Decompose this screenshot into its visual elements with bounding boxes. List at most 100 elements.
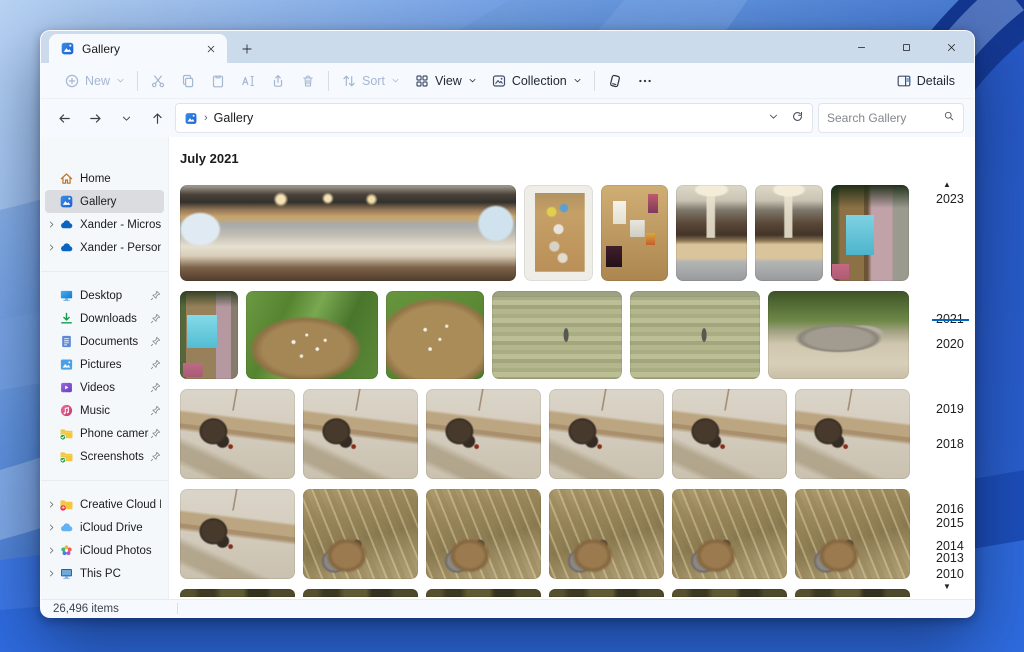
- sidebar-item-screenshots[interactable]: Screenshots: [45, 445, 164, 468]
- photo-corkboard-close[interactable]: [601, 185, 668, 281]
- photo-sparrow-brush[interactable]: [795, 489, 910, 579]
- sidebar-item-desktop[interactable]: Desktop: [45, 284, 164, 307]
- photo-sparrow-brush[interactable]: [672, 489, 787, 579]
- chevron-down-icon: [573, 76, 582, 85]
- breadcrumb[interactable]: Gallery: [214, 111, 254, 125]
- search-box[interactable]: [818, 103, 964, 133]
- chevron-right-icon[interactable]: [45, 243, 58, 252]
- cut-button[interactable]: [143, 67, 173, 95]
- back-button[interactable]: [51, 105, 77, 131]
- photo-sparrow-sand[interactable]: [672, 389, 787, 479]
- chevron-right-icon[interactable]: [45, 500, 58, 509]
- sidebar-item-phone-camera-rc[interactable]: Phone camera rc: [45, 422, 164, 445]
- photo-roastery-interior[interactable]: [676, 185, 747, 281]
- tab-close-icon[interactable]: [201, 39, 221, 59]
- close-icon[interactable]: [929, 31, 974, 63]
- photo-sparrow-sand[interactable]: [180, 489, 295, 579]
- sidebar-item-downloads[interactable]: Downloads: [45, 307, 164, 330]
- photo-cafe-panorama[interactable]: [180, 185, 516, 281]
- forward-button[interactable]: [82, 105, 108, 131]
- details-button[interactable]: Details: [889, 67, 962, 95]
- recent-locations-button[interactable]: [113, 105, 139, 131]
- timeline-year-2010[interactable]: 2010: [936, 567, 964, 581]
- chevron-right-icon[interactable]: [45, 523, 58, 532]
- sidebar-item-label: Xander - Microsoft: [80, 219, 161, 231]
- sidebar-item-music[interactable]: Music: [45, 399, 164, 422]
- chevron-right-icon[interactable]: [45, 546, 58, 555]
- phone-link-icon: [607, 73, 623, 89]
- timeline-year-2020[interactable]: 2020: [936, 337, 964, 351]
- window-controls: [839, 31, 974, 63]
- photo-sparrow-sand[interactable]: [180, 389, 295, 479]
- see-more-button[interactable]: [630, 67, 660, 95]
- phone-link-button[interactable]: [600, 67, 630, 95]
- photo-sparrow-sand[interactable]: [426, 389, 541, 479]
- photo-birds-poster-narrow[interactable]: [180, 291, 238, 379]
- photo-grass-sliver[interactable]: [426, 589, 541, 597]
- sidebar-item-xander-microsoft[interactable]: Xander - Microsoft: [45, 213, 164, 236]
- rename-button[interactable]: [233, 67, 263, 95]
- sidebar-item-documents[interactable]: Documents: [45, 330, 164, 353]
- sidebar-item-icloud-photos[interactable]: iCloud Photos: [45, 539, 164, 562]
- photo-corkboard-wall[interactable]: [524, 185, 593, 281]
- photo-sparrow-brush[interactable]: [303, 489, 418, 579]
- photo-roastery-interior[interactable]: [755, 185, 823, 281]
- pin-icon: [149, 428, 161, 439]
- photo-sparrow-sand[interactable]: [549, 389, 664, 479]
- photo-grass-sliver[interactable]: [795, 589, 910, 597]
- photo-nest-mound[interactable]: [246, 291, 378, 379]
- pin-icon: [149, 451, 161, 462]
- timeline-up-arrow-icon[interactable]: ▲: [943, 181, 951, 189]
- pin-icon: [149, 382, 161, 393]
- tab-gallery[interactable]: Gallery: [49, 34, 227, 63]
- timeline-year-2015[interactable]: 2015: [936, 516, 964, 530]
- photo-grass-sliver[interactable]: [180, 589, 295, 597]
- gallery-icon: [59, 41, 75, 57]
- sidebar-item-pictures[interactable]: Pictures: [45, 353, 164, 376]
- new-tab-button[interactable]: [237, 39, 257, 59]
- timeline-year-2018[interactable]: 2018: [936, 437, 964, 451]
- up-button[interactable]: [144, 105, 170, 131]
- photo-driftwood-beach[interactable]: [768, 291, 909, 379]
- photo-grass-sliver[interactable]: [672, 589, 787, 597]
- timeline-year-2023[interactable]: 2023: [936, 192, 964, 206]
- address-bar[interactable]: › Gallery: [175, 103, 813, 133]
- maximize-icon[interactable]: [884, 31, 929, 63]
- search-input[interactable]: [827, 111, 943, 125]
- photo-nest-mound-close[interactable]: [386, 291, 484, 379]
- refresh-icon[interactable]: [791, 110, 804, 126]
- timeline-year-2013[interactable]: 2013: [936, 551, 964, 565]
- photo-grass-sliver[interactable]: [303, 589, 418, 597]
- timeline-year-2016[interactable]: 2016: [936, 502, 964, 516]
- copy-button[interactable]: [173, 67, 203, 95]
- photo-sparrow-sand[interactable]: [303, 389, 418, 479]
- photo-field-crane[interactable]: [630, 291, 760, 379]
- photo-sparrow-sand[interactable]: [795, 389, 910, 479]
- address-dropdown-icon[interactable]: [768, 111, 779, 125]
- toolbar-separator: [594, 71, 595, 91]
- share-button[interactable]: [263, 67, 293, 95]
- sidebar-item-gallery[interactable]: Gallery: [45, 190, 164, 213]
- photo-field-crane[interactable]: [492, 291, 622, 379]
- timeline-year-2019[interactable]: 2019: [936, 402, 964, 416]
- sidebar-item-creative-cloud-files[interactable]: Creative Cloud Files: [45, 493, 164, 516]
- sidebar-item-videos[interactable]: Videos: [45, 376, 164, 399]
- sort-button[interactable]: Sort: [334, 67, 407, 95]
- photo-sparrow-brush[interactable]: [426, 489, 541, 579]
- photo-grass-sliver[interactable]: [549, 589, 664, 597]
- sidebar-item-xander-personal[interactable]: Xander - Personal: [45, 236, 164, 259]
- chevron-right-icon[interactable]: [45, 220, 58, 229]
- new-button[interactable]: New: [57, 67, 132, 95]
- delete-button[interactable]: [293, 67, 323, 95]
- view-button[interactable]: View: [407, 67, 484, 95]
- sidebar-item-this-pc[interactable]: This PC: [45, 562, 164, 585]
- timeline-down-arrow-icon[interactable]: ▼: [943, 583, 951, 591]
- paste-button[interactable]: [203, 67, 233, 95]
- sidebar-item-home[interactable]: Home: [45, 167, 164, 190]
- photo-birds-poster-pole[interactable]: [831, 185, 909, 281]
- photo-sparrow-brush[interactable]: [549, 489, 664, 579]
- collection-button[interactable]: Collection: [484, 67, 589, 95]
- chevron-right-icon[interactable]: [45, 569, 58, 578]
- minimize-icon[interactable]: [839, 31, 884, 63]
- sidebar-item-icloud-drive[interactable]: iCloud Drive: [45, 516, 164, 539]
